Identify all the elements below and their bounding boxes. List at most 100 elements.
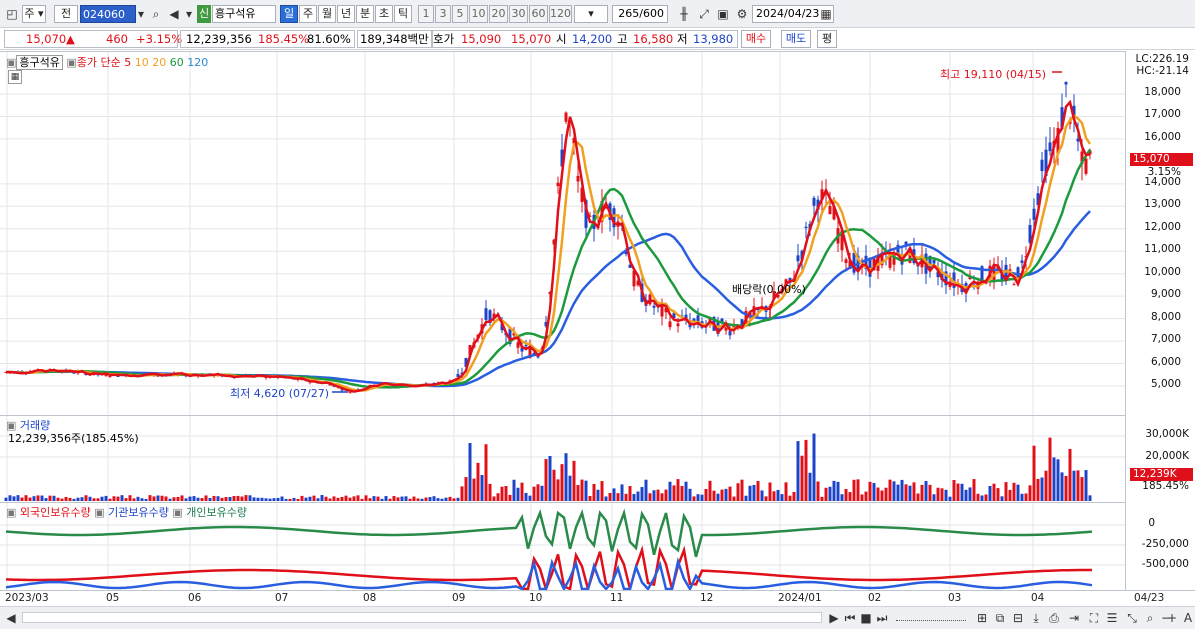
scroll-left-icon[interactable]: ◀ bbox=[3, 610, 19, 626]
stock-code-input[interactable]: 024060 bbox=[80, 5, 136, 23]
stock-name-field[interactable]: 흥구석유 bbox=[212, 5, 276, 23]
list-icon[interactable]: ☰ bbox=[1104, 610, 1120, 626]
period-tick-tab[interactable]: 틱 bbox=[394, 5, 412, 23]
expand-icon[interactable]: ⤡ bbox=[1124, 610, 1140, 626]
candle-body bbox=[1084, 158, 1088, 174]
lock-icon[interactable]: ⛶ bbox=[1086, 610, 1102, 626]
interval-30[interactable]: 30 bbox=[509, 5, 528, 23]
volume-bar bbox=[968, 487, 972, 501]
split-icon[interactable]: ⊟ bbox=[1010, 610, 1026, 626]
legend-ma120: 120 bbox=[187, 56, 209, 69]
price-chart[interactable] bbox=[0, 52, 1125, 416]
dropdown-icon[interactable]: ▾ bbox=[133, 6, 149, 22]
candle-body bbox=[1048, 142, 1052, 152]
fit-icon[interactable]: ⊞ bbox=[974, 610, 990, 626]
period-year-tab[interactable]: 년 bbox=[337, 5, 355, 23]
scroll-right-icon[interactable]: ▶ bbox=[826, 610, 842, 626]
period-minute-tab[interactable]: 분 bbox=[356, 5, 374, 23]
volume-bar bbox=[176, 496, 180, 501]
date-label: 2023/03 bbox=[5, 592, 49, 604]
volume-bar bbox=[408, 498, 412, 501]
candle-type-icon[interactable]: ╫ bbox=[676, 6, 692, 22]
search-icon[interactable]: ⌕ bbox=[148, 6, 164, 22]
bar-count-field[interactable]: 265/600 bbox=[612, 5, 668, 23]
candle-body bbox=[932, 259, 936, 264]
volume-bar bbox=[304, 497, 308, 501]
volume-bar bbox=[808, 472, 812, 501]
skip-forward-icon[interactable]: ⏭ bbox=[874, 610, 890, 626]
ask-price: 15,090 bbox=[461, 32, 502, 46]
scroll-track[interactable] bbox=[22, 612, 822, 623]
volume-bar bbox=[1080, 477, 1084, 501]
zoom-search-icon[interactable]: ⌕ bbox=[1142, 610, 1158, 626]
period-day-tab[interactable]: 일 bbox=[280, 5, 298, 23]
volume-bar bbox=[368, 498, 372, 501]
volume-bar bbox=[392, 496, 396, 501]
print-icon[interactable]: ⎙ bbox=[1046, 610, 1062, 626]
interval-10[interactable]: 10 bbox=[469, 5, 488, 23]
speaker-icon[interactable]: ◀ bbox=[166, 6, 182, 22]
volume-bar bbox=[884, 487, 888, 501]
volume-bar bbox=[320, 495, 324, 501]
period-month-tab[interactable]: 월 bbox=[318, 5, 336, 23]
window-icon[interactable]: ◰ bbox=[4, 6, 20, 22]
date-label: 05 bbox=[106, 592, 120, 604]
buy-button[interactable]: 매수 bbox=[741, 30, 771, 48]
zoom-slider[interactable] bbox=[896, 615, 966, 621]
eval-button[interactable]: 평 bbox=[817, 30, 837, 48]
volume-bar bbox=[316, 498, 320, 501]
sell-button[interactable]: 매도 bbox=[781, 30, 811, 48]
current-price-tag: 15,070 bbox=[1130, 153, 1193, 166]
skip-back-icon[interactable]: ⏮ bbox=[842, 610, 858, 626]
holdings-panel[interactable]: ▣ 외국인보유수량 ▣ 기관보유수량 ▣ 개인보유수량 bbox=[0, 502, 1125, 591]
period-second-tab[interactable]: 초 bbox=[375, 5, 393, 23]
volume-bar bbox=[284, 498, 288, 501]
volume-bar bbox=[184, 498, 188, 501]
draw-tool-icon[interactable]: ⤢ bbox=[696, 6, 712, 22]
interval-3[interactable]: 3 bbox=[435, 5, 451, 23]
candle-body bbox=[564, 112, 568, 122]
interval-1[interactable]: 1 bbox=[418, 5, 434, 23]
volume-bar bbox=[280, 496, 284, 501]
market-select[interactable]: 주 ▾ bbox=[22, 5, 46, 23]
date-label: 09 bbox=[452, 592, 466, 604]
volume-bar bbox=[840, 494, 844, 501]
interval-5[interactable]: 5 bbox=[452, 5, 468, 23]
save-icon[interactable]: ▣ bbox=[715, 6, 731, 22]
volume-bar bbox=[668, 481, 672, 501]
volume-bar bbox=[60, 498, 64, 501]
calendar-icon[interactable]: ▦ bbox=[818, 6, 834, 22]
grid-toggle-icon[interactable]: ▦ bbox=[8, 70, 22, 84]
gear-icon[interactable]: ⚙ bbox=[734, 6, 750, 22]
speaker-dropdown-icon[interactable]: ▾ bbox=[181, 6, 197, 22]
volume-bar bbox=[124, 498, 128, 501]
export-icon[interactable]: ⤓ bbox=[1028, 610, 1044, 626]
zoom-in-icon[interactable]: + bbox=[1164, 610, 1180, 626]
volume-bar bbox=[424, 497, 428, 501]
volume-bar bbox=[56, 497, 60, 501]
volume-chart[interactable] bbox=[0, 416, 1125, 503]
volume-bar bbox=[104, 495, 108, 501]
volume-bar bbox=[760, 490, 764, 501]
volume-bar bbox=[988, 485, 992, 501]
price-panel[interactable]: ▣ 흥구석유 ▣종가 단순 5 10 20 60 120 ▦ 최고 19,110 … bbox=[0, 51, 1125, 416]
volume-bar bbox=[148, 495, 152, 501]
interval-120[interactable]: 120 bbox=[549, 5, 572, 23]
interval-60[interactable]: 60 bbox=[529, 5, 548, 23]
chart-scrollbar[interactable]: ◀ ▶ ⏮ ■ ⏭ ⊞ ⧉ ⊟ ⤓ ⎙ ⇥ ⛶ ☰ ⤡ ⌕ − + A bbox=[0, 606, 1195, 629]
volume-bar bbox=[944, 489, 948, 501]
volume-panel[interactable]: ▣ 거래량 12,239,356주(185.45%) bbox=[0, 415, 1125, 503]
hold-tick-250000: -250,000 bbox=[1141, 538, 1189, 550]
period-week-tab[interactable]: 주 bbox=[299, 5, 317, 23]
volume-bar bbox=[676, 479, 680, 501]
interval-custom-select[interactable]: ▾ bbox=[574, 5, 608, 23]
font-size-icon[interactable]: A bbox=[1180, 610, 1195, 626]
volume-bar bbox=[136, 496, 140, 501]
volume-bar bbox=[1048, 437, 1052, 501]
arrow-right-icon[interactable]: ⇥ bbox=[1066, 610, 1082, 626]
stop-icon[interactable]: ■ bbox=[858, 610, 874, 626]
compare-icon[interactable]: ⧉ bbox=[992, 610, 1008, 626]
price-type-select[interactable]: 전 bbox=[54, 5, 78, 23]
interval-20[interactable]: 20 bbox=[489, 5, 508, 23]
volume-bar bbox=[312, 495, 316, 501]
